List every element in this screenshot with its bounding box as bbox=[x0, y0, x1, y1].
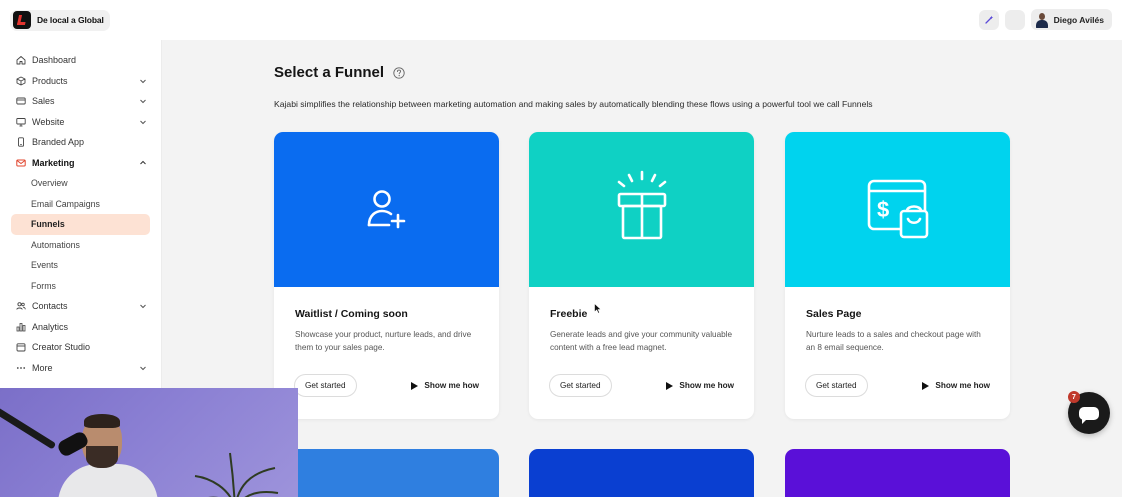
phone-icon bbox=[16, 137, 26, 147]
user-name: Diego Avilés bbox=[1053, 14, 1104, 25]
magic-wand-icon bbox=[984, 15, 993, 24]
play-icon bbox=[411, 381, 419, 390]
get-started-button[interactable]: Get started bbox=[549, 374, 612, 397]
box-icon bbox=[16, 76, 26, 86]
card-title: Freebie bbox=[550, 308, 588, 320]
chevron-down-icon[interactable] bbox=[139, 97, 147, 105]
gift-icon bbox=[617, 170, 666, 239]
card-icon bbox=[16, 96, 26, 106]
funnel-card-6[interactable] bbox=[785, 449, 1010, 497]
chevron-down-icon[interactable] bbox=[139, 77, 147, 85]
presenter-hair bbox=[84, 414, 120, 428]
show-me-how-label: Show me how bbox=[679, 381, 734, 390]
show-me-how-button[interactable]: Show me how bbox=[411, 381, 479, 390]
kajabi-logo-icon bbox=[13, 11, 31, 29]
card-hero bbox=[529, 132, 754, 287]
bar-chart-icon bbox=[16, 322, 26, 332]
page-title: Select a Funnel bbox=[274, 64, 405, 81]
card-title: Sales Page bbox=[806, 308, 862, 320]
chevron-down-icon[interactable] bbox=[139, 302, 147, 310]
user-plus-icon bbox=[367, 189, 405, 228]
sidebar-subitem-automations[interactable]: Automations bbox=[0, 235, 161, 256]
sidebar-item-creator-studio[interactable]: Creator Studio bbox=[0, 337, 161, 358]
mic-arm bbox=[0, 406, 57, 450]
funnel-card-waitlist[interactable]: Waitlist / Coming soon Showcase your pro… bbox=[274, 132, 499, 419]
magic-wand-button[interactable] bbox=[978, 9, 999, 30]
play-icon bbox=[922, 381, 930, 390]
avatar bbox=[1035, 12, 1049, 28]
chevron-down-icon[interactable] bbox=[139, 118, 147, 126]
webcam-overlay bbox=[0, 388, 298, 497]
notifications-button[interactable] bbox=[1004, 9, 1025, 30]
sidebar-item-products[interactable]: Products bbox=[0, 71, 161, 92]
sidebar-subitem-email-campaigns[interactable]: Email Campaigns bbox=[0, 194, 161, 215]
sidebar-item-analytics[interactable]: Analytics bbox=[0, 317, 161, 338]
calendar-icon bbox=[16, 342, 26, 352]
sidebar-item-more[interactable]: More bbox=[0, 358, 161, 379]
sidebar-item-marketing[interactable]: Marketing bbox=[0, 153, 161, 174]
sidebar-subitem-overview[interactable]: Overview bbox=[0, 173, 161, 194]
show-me-how-label: Show me how bbox=[935, 381, 990, 390]
chevron-down-icon[interactable] bbox=[139, 364, 147, 372]
presenter-beard bbox=[86, 446, 118, 468]
show-me-how-button[interactable]: Show me how bbox=[922, 381, 990, 390]
chevron-up-icon[interactable] bbox=[139, 159, 147, 167]
sales-page-icon: $ bbox=[867, 179, 928, 238]
more-dots-icon bbox=[16, 363, 26, 373]
sidebar-item-label: Sales bbox=[32, 96, 55, 107]
user-menu[interactable]: Diego Avilés bbox=[1030, 9, 1112, 30]
sidebar-item-label: Dashboard bbox=[32, 55, 77, 66]
card-description: Nurture leads to a sales and checkout pa… bbox=[806, 330, 981, 352]
sidebar-item-website[interactable]: Website bbox=[0, 112, 161, 133]
sidebar-item-label: Marketing bbox=[32, 157, 75, 168]
monitor-icon bbox=[16, 117, 26, 127]
page-title-text: Select a Funnel bbox=[274, 64, 385, 81]
card-title: Waitlist / Coming soon bbox=[295, 308, 408, 320]
card-hero bbox=[274, 132, 499, 287]
plant-image bbox=[194, 452, 279, 497]
page-description: Kajabi simplifies the relationship betwe… bbox=[274, 99, 873, 109]
sidebar-item-branded-app[interactable]: Branded App bbox=[0, 132, 161, 153]
home-icon bbox=[16, 55, 26, 65]
sidebar-item-label: Analytics bbox=[32, 321, 69, 332]
funnel-card-5[interactable] bbox=[529, 449, 754, 497]
sidebar-item-label: Website bbox=[32, 116, 65, 127]
sidebar-item-dashboard[interactable]: Dashboard bbox=[0, 50, 161, 71]
svg-text:$: $ bbox=[877, 197, 889, 222]
sidebar-subitem-forms[interactable]: Forms bbox=[0, 276, 161, 297]
play-icon bbox=[666, 381, 674, 390]
brand-name: De local a Global bbox=[37, 15, 104, 25]
funnel-card-sales-page[interactable]: $ Sales Page Nurture leads to a sales an… bbox=[785, 132, 1010, 419]
funnel-card-4[interactable] bbox=[274, 449, 499, 497]
presenter-body bbox=[58, 464, 158, 497]
card-hero: $ bbox=[785, 132, 1010, 287]
sidebar-item-contacts[interactable]: Contacts bbox=[0, 296, 161, 317]
main-content: Select a Funnel Kajabi simplifies the re… bbox=[162, 40, 1122, 497]
top-bar: De local a Global Diego Avilés bbox=[0, 0, 1122, 40]
sidebar-item-label: Contacts bbox=[32, 301, 68, 312]
sidebar-item-label: Creator Studio bbox=[32, 342, 91, 353]
card-description: Showcase your product, nurture leads, an… bbox=[295, 330, 472, 352]
sidebar-subitem-funnels[interactable]: Funnels bbox=[11, 214, 150, 235]
get-started-button[interactable]: Get started bbox=[805, 374, 868, 397]
show-me-how-button[interactable]: Show me how bbox=[666, 381, 734, 390]
funnel-card-freebie[interactable]: Freebie Generate leads and give your com… bbox=[529, 132, 754, 419]
brand-switcher[interactable]: De local a Global bbox=[10, 9, 110, 31]
mouse-cursor-icon bbox=[594, 303, 602, 314]
sidebar-item-label: Branded App bbox=[32, 137, 85, 148]
sidebar-item-sales[interactable]: Sales bbox=[0, 91, 161, 112]
sidebar-item-label: More bbox=[32, 362, 53, 373]
mail-icon bbox=[16, 158, 26, 168]
help-circle-icon[interactable] bbox=[393, 66, 405, 79]
sidebar-item-label: Products bbox=[32, 75, 68, 86]
sidebar-subitem-events[interactable]: Events bbox=[0, 255, 161, 276]
card-description: Generate leads and give your community v… bbox=[550, 330, 733, 352]
show-me-how-label: Show me how bbox=[424, 381, 479, 390]
users-icon bbox=[16, 301, 26, 311]
get-started-button[interactable]: Get started bbox=[294, 374, 357, 397]
chat-icon bbox=[1079, 406, 1099, 424]
chat-unread-badge: 7 bbox=[1068, 391, 1080, 403]
